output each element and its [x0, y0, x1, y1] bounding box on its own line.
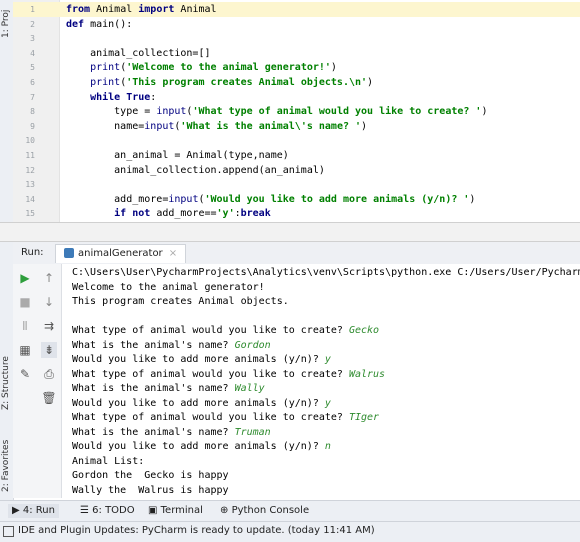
console-line: What type of animal would you like to cr… [72, 412, 380, 423]
run-toolbar: ▶ ↑ ■ ↓ Ⅱ ⇉ ▦ ⇟ ✎ ⎙ 🗑 [13, 264, 62, 498]
line-number: 7 [30, 92, 35, 102]
code-line[interactable]: 7 while True: [13, 90, 580, 105]
line-number: 12 [25, 165, 35, 175]
code-text: print('This program creates Animal objec… [66, 77, 374, 88]
trash-icon[interactable]: 🗑 [41, 390, 57, 406]
console-line: What is the animal's name? Truman [72, 426, 271, 438]
python-icon [64, 248, 74, 258]
code-line[interactable]: 15 if not add_more=='y':break [13, 206, 580, 221]
soft-wrap-icon[interactable]: ⇉ [41, 318, 57, 334]
code-text: def main(): [66, 18, 133, 30]
structure-tool-tab[interactable]: Z: Structure [0, 340, 13, 420]
code-line[interactable]: 4 animal_collection=[] [13, 46, 580, 61]
scroll-to-end-icon[interactable]: ⇟ [41, 342, 57, 358]
left-tool-strip: 1: Proj Z: Structure 2: Favorites [0, 0, 14, 520]
line-number: 4 [30, 48, 35, 58]
console-line: What type of animal would you like to cr… [72, 368, 386, 380]
code-line[interactable]: 14 add_more=input('Would you like to add… [13, 192, 580, 207]
project-tab-label: 1: Proj [1, 9, 11, 38]
console-line: Would you like to add more animals (y/n)… [72, 441, 331, 452]
terminal-tool-tab[interactable]: ▣ Terminal [148, 504, 203, 518]
console-line: What is the animal's name? Gordon [72, 339, 271, 351]
console-line: Animal List: [72, 455, 145, 467]
console-line: What type of animal would you like to cr… [72, 325, 380, 336]
line-number: 2 [30, 19, 35, 29]
rerun-icon[interactable]: ▶ [17, 270, 33, 286]
status-bar: IDE and Plugin Updates: PyCharm is ready… [0, 521, 580, 542]
run-panel-header: Run: animalGenerator × [13, 242, 580, 265]
code-line[interactable]: 11 an_animal = Animal(type,name) [13, 148, 580, 163]
code-text: type = input('What type of animal would … [66, 106, 488, 118]
code-line[interactable]: 12 animal_collection.append(an_animal) [13, 163, 580, 178]
line-number: 13 [25, 180, 35, 190]
line-number: 6 [30, 78, 35, 87]
favorites-tool-tab[interactable]: 2: Favorites [0, 425, 13, 500]
code-text: if not add_more=='y':break [66, 208, 271, 220]
console-line: Gordon the Gecko is happy [72, 470, 229, 481]
structure-tab-label: Z: Structure [1, 356, 11, 410]
run-label: Run: [21, 247, 44, 258]
terminal-tool-tab-label: Terminal [160, 505, 203, 516]
run-tool-tab[interactable]: ▶ 4: Run [8, 504, 59, 518]
code-line[interactable]: 1 from Animal import Animal [13, 2, 580, 17]
code-text: animal_collection=[] [66, 47, 211, 59]
project-tool-tab[interactable]: 1: Proj [0, 0, 13, 40]
layout-icon[interactable]: ▦ [17, 342, 33, 358]
console-line: C:\Users\User\PycharmProjects\Analytics\… [72, 267, 580, 278]
run-tool-tab-label: 4: Run [22, 505, 55, 516]
bottom-tool-tabs: ▶ 4: Run ☰ 6: TODO ▣ Terminal ⊕ Python C… [0, 500, 580, 521]
console-line: Wally the Walrus is happy [72, 484, 229, 496]
line-number: 11 [25, 151, 35, 160]
status-message[interactable]: IDE and Plugin Updates: PyCharm is ready… [18, 525, 375, 536]
status-toggle-icon[interactable] [3, 526, 14, 537]
line-number: 1 [30, 5, 35, 14]
console-output[interactable]: C:\Users\User\PycharmProjects\Analytics\… [62, 264, 580, 498]
stop-icon[interactable]: ■ [17, 294, 33, 310]
run-tab-label: animalGenerator [78, 248, 163, 259]
favorites-tab-label: 2: Favorites [1, 439, 11, 492]
code-line[interactable]: 10 [13, 133, 580, 148]
pause-icon[interactable]: Ⅱ [17, 318, 33, 334]
line-number: 15 [25, 209, 35, 219]
line-number: 5 [30, 63, 35, 73]
up-arrow-icon[interactable]: ↑ [41, 270, 57, 286]
todo-tool-tab[interactable]: ☰ 6: TODO [80, 504, 135, 518]
console-line: Welcome to the animal generator! [72, 281, 265, 293]
console-line: This program creates Animal objects. [72, 296, 289, 307]
line-number: 8 [30, 107, 35, 117]
run-config-tab[interactable]: animalGenerator × [55, 244, 187, 263]
code-line[interactable]: 2 def main(): [13, 17, 580, 32]
code-line[interactable]: 5 print('Welcome to the animal generator… [13, 60, 580, 75]
console-line: Would you like to add more animals (y/n)… [72, 354, 331, 365]
console-line: What is the animal's name? Wally [72, 383, 265, 394]
code-text: animal_collection.append(an_animal) [66, 164, 325, 176]
code-text: from Animal import Animal [66, 4, 217, 15]
code-text: an_animal = Animal(type,name) [66, 150, 289, 161]
code-line[interactable]: 8 type = input('What type of animal woul… [13, 104, 580, 119]
pin-icon[interactable]: ✎ [17, 366, 33, 382]
panel-separator[interactable] [0, 222, 580, 242]
down-arrow-icon[interactable]: ↓ [41, 294, 57, 310]
close-icon[interactable]: × [169, 248, 177, 259]
code-line[interactable]: 3 [13, 31, 580, 46]
code-line[interactable]: 6 print('This program creates Animal obj… [13, 75, 580, 90]
code-line[interactable]: 9 name=input('What is the animal\'s name… [13, 119, 580, 134]
code-text: while True: [66, 91, 157, 103]
line-number: 10 [25, 136, 35, 146]
todo-tool-tab-label: 6: TODO [92, 505, 135, 516]
print-icon[interactable]: ⎙ [41, 366, 57, 382]
code-editor[interactable]: 1 from Animal import Animal 2 def main(): 3 4… [13, 0, 580, 222]
console-line: Would you like to add more animals (y/n)… [72, 397, 331, 409]
code-text: print('Welcome to the animal generator!'… [66, 62, 337, 74]
code-line[interactable]: 13 [13, 177, 580, 192]
code-text: add_more=input('Would you like to add mo… [66, 193, 476, 205]
line-number: 3 [30, 34, 35, 44]
python-console-tool-tab-label: Python Console [231, 505, 310, 516]
line-number: 9 [30, 121, 35, 131]
python-console-tool-tab[interactable]: ⊕ Python Console [220, 504, 309, 518]
line-number: 14 [25, 194, 35, 204]
code-text: name=input('What is the animal\'s name? … [66, 120, 368, 132]
